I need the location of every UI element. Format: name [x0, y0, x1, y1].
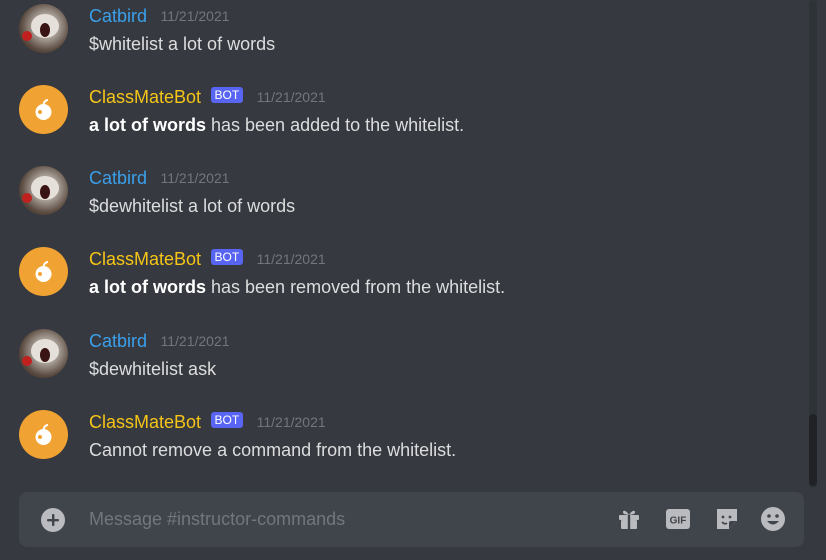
add-attachment-button[interactable]: [41, 508, 65, 532]
avatar[interactable]: [19, 329, 68, 378]
message-body: $whitelist a lot of words: [89, 34, 276, 54]
message-body: has been added to the whitelist.: [206, 115, 465, 135]
cat-avatar-icon: [22, 339, 59, 366]
gif-icon: GIF: [666, 509, 690, 529]
gif-button[interactable]: GIF: [664, 505, 692, 533]
emoji-button[interactable]: [759, 505, 787, 533]
message-header: ClassMateBot BOT 11/21/2021: [89, 411, 326, 433]
message-text: a lot of words has been removed from the…: [89, 275, 505, 299]
message: Catbird 11/21/2021 $dewhitelist ask: [0, 329, 808, 399]
message-bold-text: a lot of words: [89, 115, 206, 135]
username[interactable]: Catbird: [89, 167, 147, 189]
timestamp: 11/21/2021: [160, 170, 230, 186]
avatar[interactable]: [19, 85, 68, 134]
timestamp: 11/21/2021: [256, 89, 326, 105]
scrollbar-thumb[interactable]: [809, 414, 817, 486]
avatar[interactable]: [19, 166, 68, 215]
message-header: ClassMateBot BOT 11/21/2021: [89, 86, 326, 108]
message-bold-text: a lot of words: [89, 277, 206, 297]
message-header: Catbird 11/21/2021: [89, 5, 230, 27]
message-header: Catbird 11/21/2021: [89, 167, 230, 189]
cat-avatar-icon: [22, 176, 59, 203]
username[interactable]: ClassMateBot: [89, 248, 201, 270]
message-text: $dewhitelist a lot of words: [89, 194, 295, 218]
bot-apple-icon: [35, 424, 52, 445]
username[interactable]: ClassMateBot: [89, 411, 201, 433]
add-icon: [47, 514, 59, 526]
sticker-icon: [717, 509, 737, 529]
message-composer: GIF: [19, 492, 804, 547]
message-header: Catbird 11/21/2021: [89, 330, 230, 352]
message-body: $dewhitelist a lot of words: [89, 196, 296, 216]
message-text: $dewhitelist ask: [89, 357, 216, 381]
message: Catbird 11/21/2021 $whitelist a lot of w…: [0, 4, 808, 74]
message-text: a lot of words has been added to the whi…: [89, 113, 464, 137]
message-text: Cannot remove a command from the whiteli…: [89, 438, 456, 462]
bot-apple-icon: [35, 99, 52, 120]
message-body: $dewhitelist ask: [89, 359, 217, 379]
avatar[interactable]: [19, 4, 68, 53]
avatar[interactable]: [19, 247, 68, 296]
timestamp: 11/21/2021: [256, 414, 326, 430]
message-body: Cannot remove a command from the whiteli…: [89, 440, 457, 460]
message-input[interactable]: [89, 506, 589, 532]
chat-messages: Catbird 11/21/2021 $whitelist a lot of w…: [0, 0, 826, 490]
timestamp: 11/21/2021: [160, 333, 230, 349]
message-header: ClassMateBot BOT 11/21/2021: [89, 248, 326, 270]
timestamp: 11/21/2021: [256, 251, 326, 267]
message-body: has been removed from the whitelist.: [206, 277, 506, 297]
username[interactable]: Catbird: [89, 330, 147, 352]
bot-badge: BOT: [210, 412, 244, 428]
username[interactable]: Catbird: [89, 5, 147, 27]
emoji-icon: [761, 507, 785, 531]
svg-text:GIF: GIF: [670, 516, 687, 527]
bot-badge: BOT: [210, 87, 244, 103]
message: ClassMateBot BOT 11/21/2021 a lot of wor…: [0, 247, 808, 317]
message-text: $whitelist a lot of words: [89, 32, 275, 56]
message: Catbird 11/21/2021 $dewhitelist a lot of…: [0, 166, 808, 236]
message: ClassMateBot BOT 11/21/2021 Cannot remov…: [0, 410, 808, 480]
username[interactable]: ClassMateBot: [89, 86, 201, 108]
sticker-button[interactable]: [713, 505, 741, 533]
timestamp: 11/21/2021: [160, 8, 230, 24]
bot-apple-icon: [35, 261, 52, 282]
gift-button[interactable]: [615, 505, 643, 533]
cat-avatar-icon: [22, 14, 59, 41]
message: ClassMateBot BOT 11/21/2021 a lot of wor…: [0, 85, 808, 155]
bot-badge: BOT: [210, 249, 244, 265]
gift-icon: [619, 510, 639, 529]
avatar[interactable]: [19, 410, 68, 459]
